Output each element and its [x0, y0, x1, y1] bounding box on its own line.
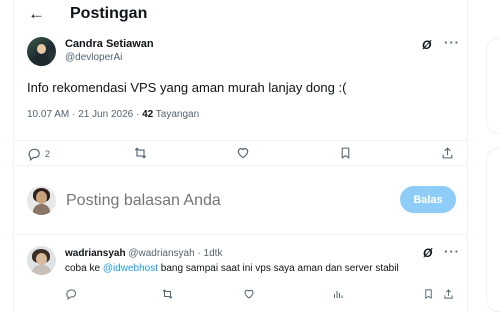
avatar[interactable]	[27, 246, 56, 275]
avatar-face	[36, 253, 47, 265]
comment-repost-button[interactable]	[161, 288, 174, 300]
comment-author-name[interactable]: wadriansyah	[65, 248, 126, 259]
comment-share-button[interactable]	[443, 288, 454, 300]
post-meta: 10.07 AM · 21 Jun 2026 · 42 Tayangan	[27, 109, 199, 121]
analytics-icon	[334, 291, 343, 298]
reply-count: 2	[45, 149, 51, 159]
sidebar-card	[486, 148, 500, 312]
repost-icon	[134, 147, 147, 159]
post-action-bar: 2	[14, 140, 467, 164]
more-options-icon[interactable]: ···	[444, 35, 460, 50]
reply-submit-button[interactable]: Balas	[400, 186, 456, 213]
comment-text-after: bang sampai saat ini vps saya aman dan s…	[158, 263, 399, 274]
post-detail-column: ← Postingan Candra Setiawan @devloperAi …	[13, 0, 468, 312]
comment-text: coba ke @idwebhost bang sampai saat ini …	[65, 262, 399, 275]
avatar-body	[33, 204, 50, 215]
comment-text-before: coba ke	[65, 263, 103, 274]
sidebar-card	[486, 38, 500, 134]
reply-icon	[66, 289, 76, 300]
comment-header: wadriansyah @wadriansyah · 1dtk	[65, 248, 222, 260]
comment-like-button[interactable]	[243, 288, 255, 300]
avatar-body	[32, 265, 51, 275]
divider	[14, 165, 467, 166]
bookmark-button[interactable]	[339, 146, 352, 160]
grok-icon[interactable]: Ø	[423, 246, 432, 260]
avatar-face	[37, 44, 46, 54]
grok-icon[interactable]: Ø	[422, 38, 431, 52]
comment-bookmark-button[interactable]	[423, 288, 434, 300]
bookmark-icon	[341, 147, 350, 159]
post-text: Info rekomendasi VPS yang aman murah lan…	[27, 80, 347, 95]
share-icon	[444, 289, 453, 299]
divider	[14, 234, 467, 235]
bookmark-icon	[425, 289, 432, 299]
repost-button[interactable]	[133, 146, 148, 160]
reply-input[interactable]	[66, 190, 386, 212]
more-options-icon[interactable]: ···	[444, 244, 460, 259]
comment-author-meta[interactable]: @wadriansyah · 1dtk	[126, 248, 222, 259]
comment-action-bar	[14, 288, 467, 304]
post-timestamp[interactable]: 10.07 AM · 21 Jun 2026 ·	[27, 109, 142, 120]
views-count: 42	[142, 109, 154, 120]
back-arrow-icon[interactable]: ←	[28, 4, 45, 24]
repost-icon	[162, 289, 173, 299]
right-sidebar	[480, 0, 500, 312]
avatar-body	[33, 54, 50, 66]
reply-icon	[28, 148, 40, 161]
avatar	[27, 186, 56, 215]
like-button[interactable]	[236, 146, 250, 160]
comment-reply-button[interactable]	[65, 288, 77, 300]
share-icon	[442, 147, 453, 159]
author-name[interactable]: Candra Setiawan	[65, 38, 154, 51]
share-button[interactable]	[441, 146, 454, 160]
heart-icon	[244, 289, 254, 299]
avatar-face	[36, 191, 47, 204]
heart-icon	[237, 148, 249, 159]
page-header: ← Postingan	[14, 0, 467, 30]
reply-button[interactable]: 2	[27, 146, 50, 162]
page-title: Postingan	[70, 5, 148, 22]
mention-link[interactable]: @idwebhost	[103, 263, 158, 274]
views-label: Tayangan	[153, 109, 200, 120]
avatar[interactable]	[27, 37, 56, 66]
author-handle[interactable]: @devloperAi	[65, 52, 122, 64]
comment-views-button[interactable]	[332, 288, 344, 300]
